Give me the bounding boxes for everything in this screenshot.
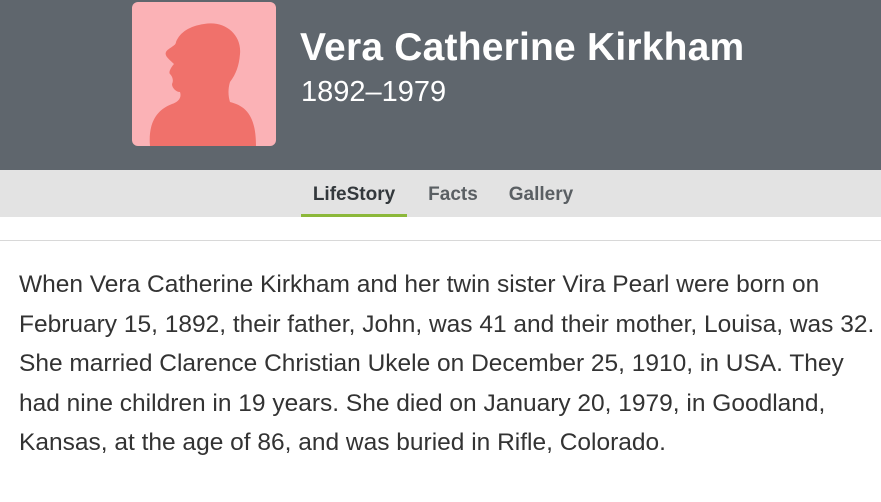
profile-tabs: LifeStory Facts Gallery bbox=[0, 170, 881, 217]
person-name: Vera Catherine Kirkham bbox=[300, 26, 745, 69]
tab-gallery[interactable]: Gallery bbox=[499, 184, 583, 217]
profile-portrait bbox=[132, 2, 276, 146]
profile-header: Vera Catherine Kirkham 1892–1979 bbox=[0, 0, 881, 170]
tab-facts[interactable]: Facts bbox=[420, 184, 486, 217]
content-divider bbox=[0, 240, 881, 241]
female-silhouette-icon bbox=[149, 23, 256, 146]
tab-lifestory[interactable]: LifeStory bbox=[301, 184, 407, 217]
lifestory-text: When Vera Catherine Kirkham and her twin… bbox=[19, 271, 875, 457]
person-lifespan: 1892–1979 bbox=[301, 76, 447, 108]
